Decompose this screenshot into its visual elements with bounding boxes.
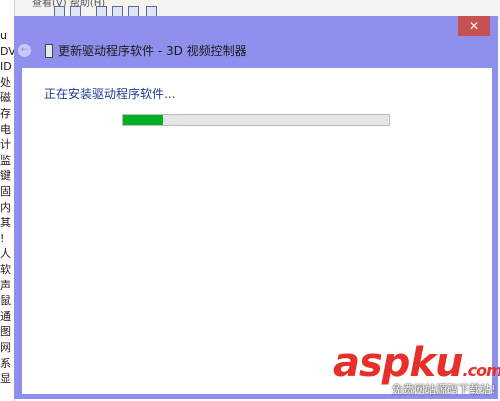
background-device-list: u DV ID 处磁存电计监键固内其! 人软声鼠通图网系显 xyxy=(0,0,15,401)
watermark-domain: .com xyxy=(462,361,500,380)
background-list-item[interactable]: 鼠 xyxy=(0,293,14,309)
background-list-item[interactable]: 通 xyxy=(0,309,14,325)
background-list-item[interactable]: ID xyxy=(0,59,14,75)
progress-fill xyxy=(123,115,163,125)
back-arrow-icon[interactable]: ← xyxy=(18,44,31,57)
install-progress-bar xyxy=(122,114,390,126)
background-menu-text: 查看(V) 帮助(H) xyxy=(32,0,106,9)
background-list-item[interactable]: 键 xyxy=(0,168,14,184)
background-list-item[interactable]: 系 xyxy=(0,356,14,372)
dialog-title-bar: ✕ ← 更新驱动程序软件 - 3D 视频控制器 xyxy=(14,16,498,68)
background-list-item[interactable]: 计 xyxy=(0,137,14,153)
background-list-item[interactable]: 磁 xyxy=(0,90,14,106)
background-list-item[interactable]: 处 xyxy=(0,75,14,91)
background-list-item[interactable]: 监 xyxy=(0,153,14,169)
background-list-item[interactable]: ! xyxy=(0,231,14,247)
status-text: 正在安装驱动程序软件... xyxy=(44,87,176,101)
background-list-item[interactable]: 电 xyxy=(0,122,14,138)
background-list-item[interactable]: DV xyxy=(0,44,14,60)
watermark-main: aspku xyxy=(333,340,464,386)
background-list-item[interactable]: 固 xyxy=(0,184,14,200)
background-list-item[interactable]: 图 xyxy=(0,324,14,340)
watermark-subtitle: 免费网站源码下载站! xyxy=(392,383,496,396)
device-icon xyxy=(45,44,53,58)
dialog-title: 更新驱动程序软件 - 3D 视频控制器 xyxy=(58,44,247,58)
background-list-item[interactable]: 其 xyxy=(0,215,14,231)
background-list-item[interactable]: 显 xyxy=(0,371,14,387)
background-list-item[interactable]: 网 xyxy=(0,340,14,356)
close-button[interactable]: ✕ xyxy=(458,16,490,36)
background-list-item[interactable]: u xyxy=(0,28,14,44)
background-list-item[interactable]: 存 xyxy=(0,106,14,122)
background-list-item[interactable]: 人 xyxy=(0,246,14,262)
background-list-item[interactable]: 软 xyxy=(0,262,14,278)
watermark-logo: aspku.com xyxy=(333,340,500,386)
background-list-item[interactable]: 声 xyxy=(0,278,14,294)
background-list-item[interactable]: 内 xyxy=(0,200,14,216)
